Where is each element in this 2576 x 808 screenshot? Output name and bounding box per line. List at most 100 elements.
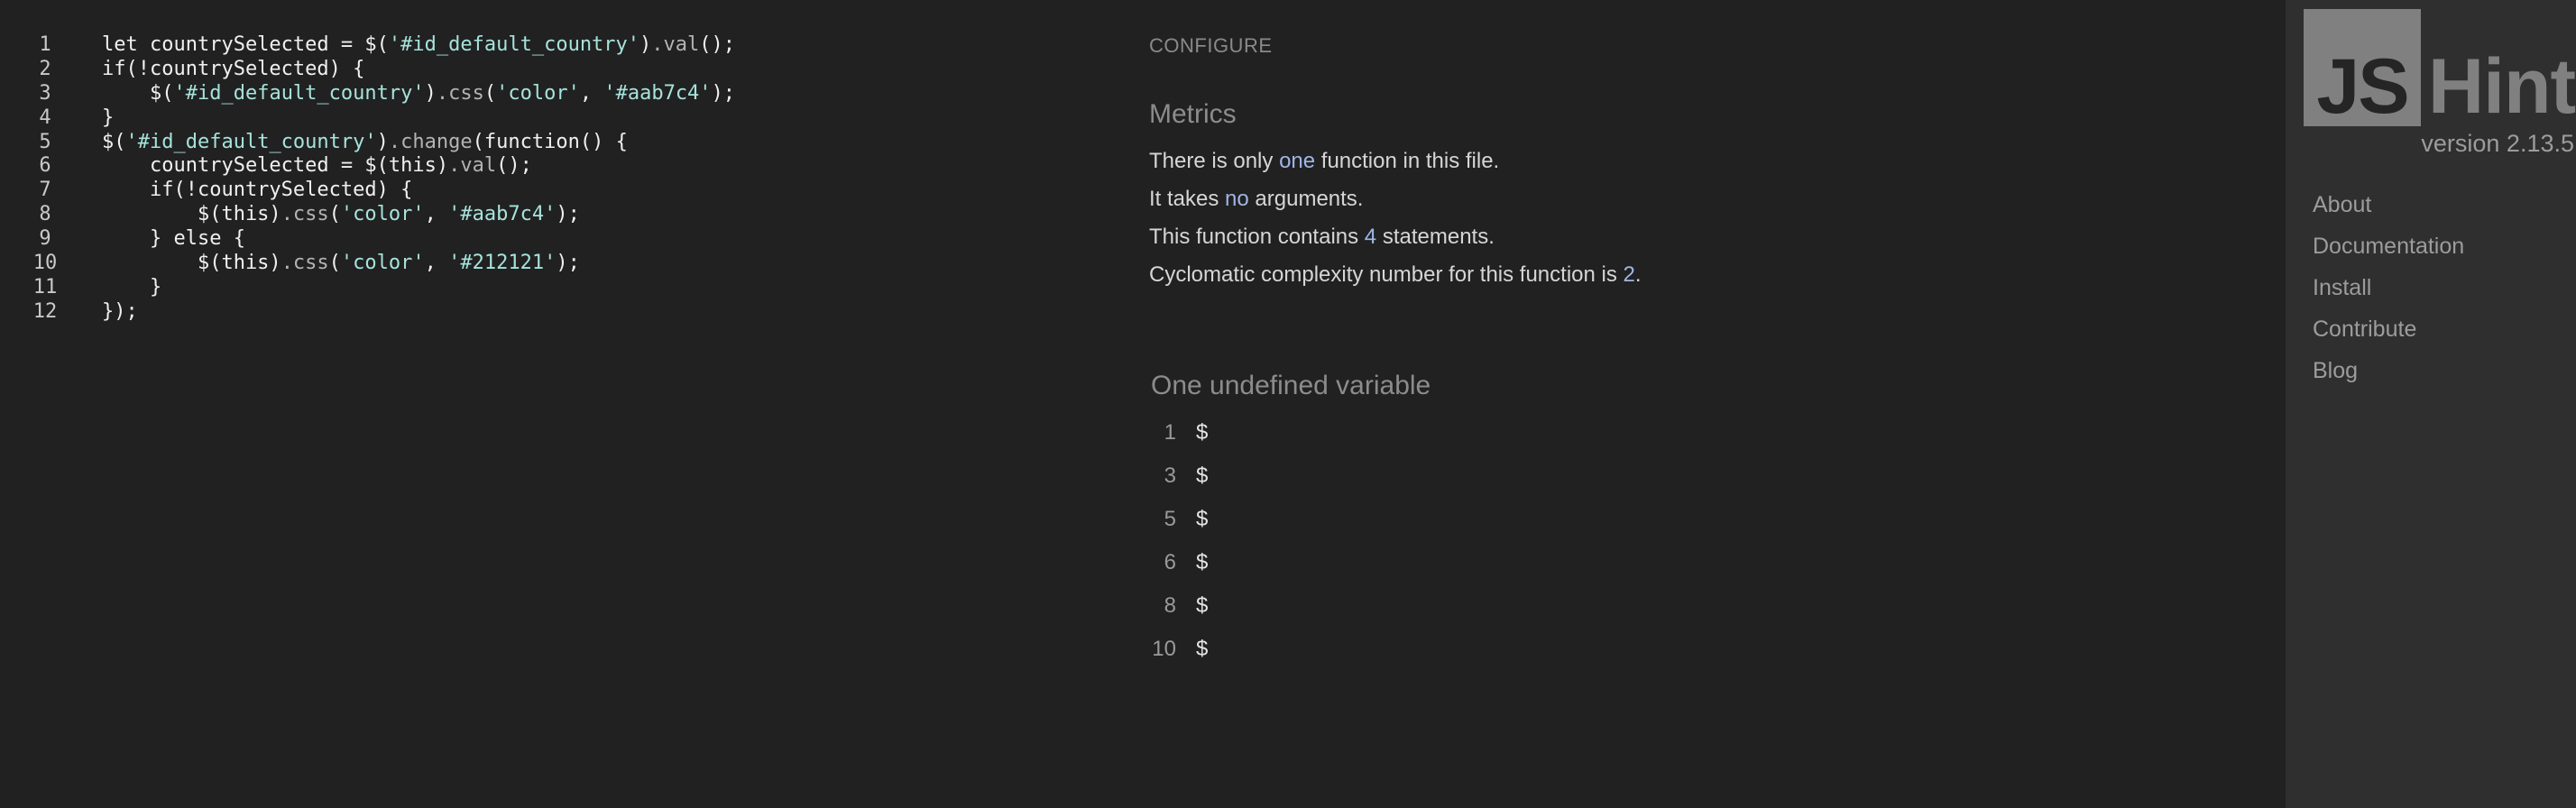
- metrics-heading: Metrics: [1149, 99, 1237, 129]
- variable-name: $: [1196, 464, 1209, 488]
- code-token: .css: [281, 203, 329, 226]
- line-number: 10: [32, 252, 58, 275]
- code-editor[interactable]: 1 let countrySelected = $('#id_default_co…: [0, 33, 1082, 325]
- nav-blog[interactable]: Blog: [2313, 358, 2358, 384]
- metric-arguments: It takes no arguments.: [1149, 187, 1364, 211]
- line-number: 2: [39, 57, 51, 80]
- code-token: ,: [424, 252, 449, 275]
- undefined-variable-row[interactable]: 8 $: [1149, 593, 1209, 619]
- code-token: } else {: [102, 227, 245, 251]
- undefined-variable-row[interactable]: 10 $: [1149, 637, 1208, 662]
- metric-value: one: [1279, 149, 1316, 173]
- code-line[interactable]: 11 }: [0, 276, 1082, 300]
- code-line[interactable]: 4}: [0, 106, 1082, 131]
- undefined-variable-row[interactable]: 3 $: [1149, 464, 1209, 489]
- metric-statements: This function contains 4 statements.: [1149, 225, 1495, 249]
- code-token: (: [328, 252, 341, 275]
- code-token: '#id_default_country': [173, 81, 425, 105]
- line-number: 1: [1164, 420, 1176, 445]
- code-line[interactable]: 8 $(this).css('color', '#aab7c4');: [0, 203, 1082, 227]
- line-number: 8: [39, 203, 51, 226]
- nav-about[interactable]: About: [2313, 192, 2371, 218]
- code-token: ();: [496, 154, 532, 178]
- sidebar: JS Hint version 2.13.5 About Documentati…: [2286, 0, 2576, 808]
- code-line[interactable]: 12});: [0, 300, 1082, 325]
- code-token: });: [102, 299, 138, 323]
- code-token: $(this): [102, 252, 281, 275]
- version-label: version 2.13.5: [2421, 130, 2574, 157]
- code-line[interactable]: 9 } else {: [0, 227, 1082, 252]
- logo-hint-text: Hint: [2428, 43, 2576, 130]
- code-token: 'color': [340, 203, 425, 226]
- line-number: 4: [39, 106, 51, 129]
- line-code: }: [102, 106, 114, 131]
- code-token: .val: [651, 33, 700, 56]
- variable-name: $: [1196, 420, 1209, 445]
- line-code: $('#id_default_country').change(function…: [102, 131, 628, 155]
- code-token: .css: [436, 81, 484, 105]
- nav-install[interactable]: Install: [2313, 275, 2371, 301]
- code-line[interactable]: 6 countrySelected = $(this).val();: [0, 154, 1082, 179]
- code-token: .val: [448, 154, 497, 178]
- code-token: '#aab7c4': [603, 81, 712, 105]
- code-token: ();: [699, 33, 736, 56]
- code-token: if(!countrySelected) {: [102, 57, 365, 80]
- code-token: '#aab7c4': [448, 203, 557, 226]
- undefined-variable-row[interactable]: 1 $: [1149, 420, 1209, 445]
- code-token: if(!countrySelected) {: [102, 179, 413, 202]
- code-token: 'color': [496, 81, 580, 105]
- code-line[interactable]: 2 if(!countrySelected) {: [0, 58, 1082, 82]
- code-token: ,: [424, 203, 449, 226]
- metric-cyclomatic-complexity: Cyclomatic complexity number for this fu…: [1149, 262, 1642, 287]
- code-token: let countrySelected = $(: [102, 33, 389, 56]
- code-token: ): [376, 130, 389, 153]
- code-line[interactable]: 10 $(this).css('color', '#212121');: [0, 252, 1082, 276]
- undefined-variable-row[interactable]: 6 $: [1149, 550, 1209, 575]
- code-token: ): [424, 81, 437, 105]
- line-number: 6: [39, 154, 51, 178]
- logo-js-text: JS: [2316, 43, 2409, 130]
- variable-name: $: [1196, 593, 1209, 618]
- code-line[interactable]: 7 if(!countrySelected) {: [0, 179, 1082, 203]
- code-token: );: [556, 203, 580, 226]
- code-line[interactable]: 5 $('#id_default_country').change(functio…: [0, 131, 1082, 155]
- metric-value: 4: [1364, 225, 1377, 249]
- code-token: 'color': [340, 252, 425, 275]
- variable-name: $: [1196, 507, 1209, 531]
- code-token: '#id_default_country': [125, 130, 377, 153]
- line-code: if(!countrySelected) {: [102, 58, 364, 82]
- code-token: (function() {: [472, 130, 628, 153]
- line-number: 10: [1152, 637, 1176, 661]
- code-line[interactable]: 1 let countrySelected = $('#id_default_co…: [0, 33, 1082, 58]
- undefined-variable-row[interactable]: 5 $: [1149, 507, 1209, 532]
- code-token: .css: [281, 252, 329, 275]
- code-token: );: [711, 81, 736, 105]
- code-token: ): [639, 33, 652, 56]
- line-code: countrySelected = $(this).val();: [102, 154, 532, 179]
- code-token: }: [102, 275, 162, 298]
- metric-value: no: [1225, 187, 1249, 211]
- code-token: $(: [102, 81, 174, 105]
- line-number: 3: [1164, 464, 1176, 488]
- line-number: 9: [39, 227, 51, 251]
- line-number: 6: [1164, 550, 1176, 574]
- nav-contribute[interactable]: Contribute: [2313, 317, 2416, 343]
- line-code: let countrySelected = $('#id_default_cou…: [102, 33, 735, 58]
- line-number: 12: [32, 299, 58, 323]
- code-token: .change: [388, 130, 473, 153]
- line-code: });: [102, 300, 138, 325]
- code-token: '#id_default_country': [388, 33, 640, 56]
- line-code: $('#id_default_country').css('color', '#…: [102, 82, 735, 106]
- line-number: 3: [39, 81, 51, 105]
- line-number: 7: [39, 179, 51, 202]
- code-token: (: [328, 203, 341, 226]
- configure-link[interactable]: CONFIGURE: [1149, 34, 1273, 58]
- code-line[interactable]: 3 $('#id_default_country').css('color', …: [0, 82, 1082, 106]
- line-code: if(!countrySelected) {: [102, 179, 412, 203]
- variable-name: $: [1196, 637, 1209, 661]
- code-token: $(: [102, 130, 126, 153]
- nav-documentation[interactable]: Documentation: [2313, 234, 2464, 260]
- line-code: $(this).css('color', '#aab7c4');: [102, 203, 580, 227]
- line-number: 1: [39, 33, 51, 56]
- line-number: 5: [1164, 507, 1176, 531]
